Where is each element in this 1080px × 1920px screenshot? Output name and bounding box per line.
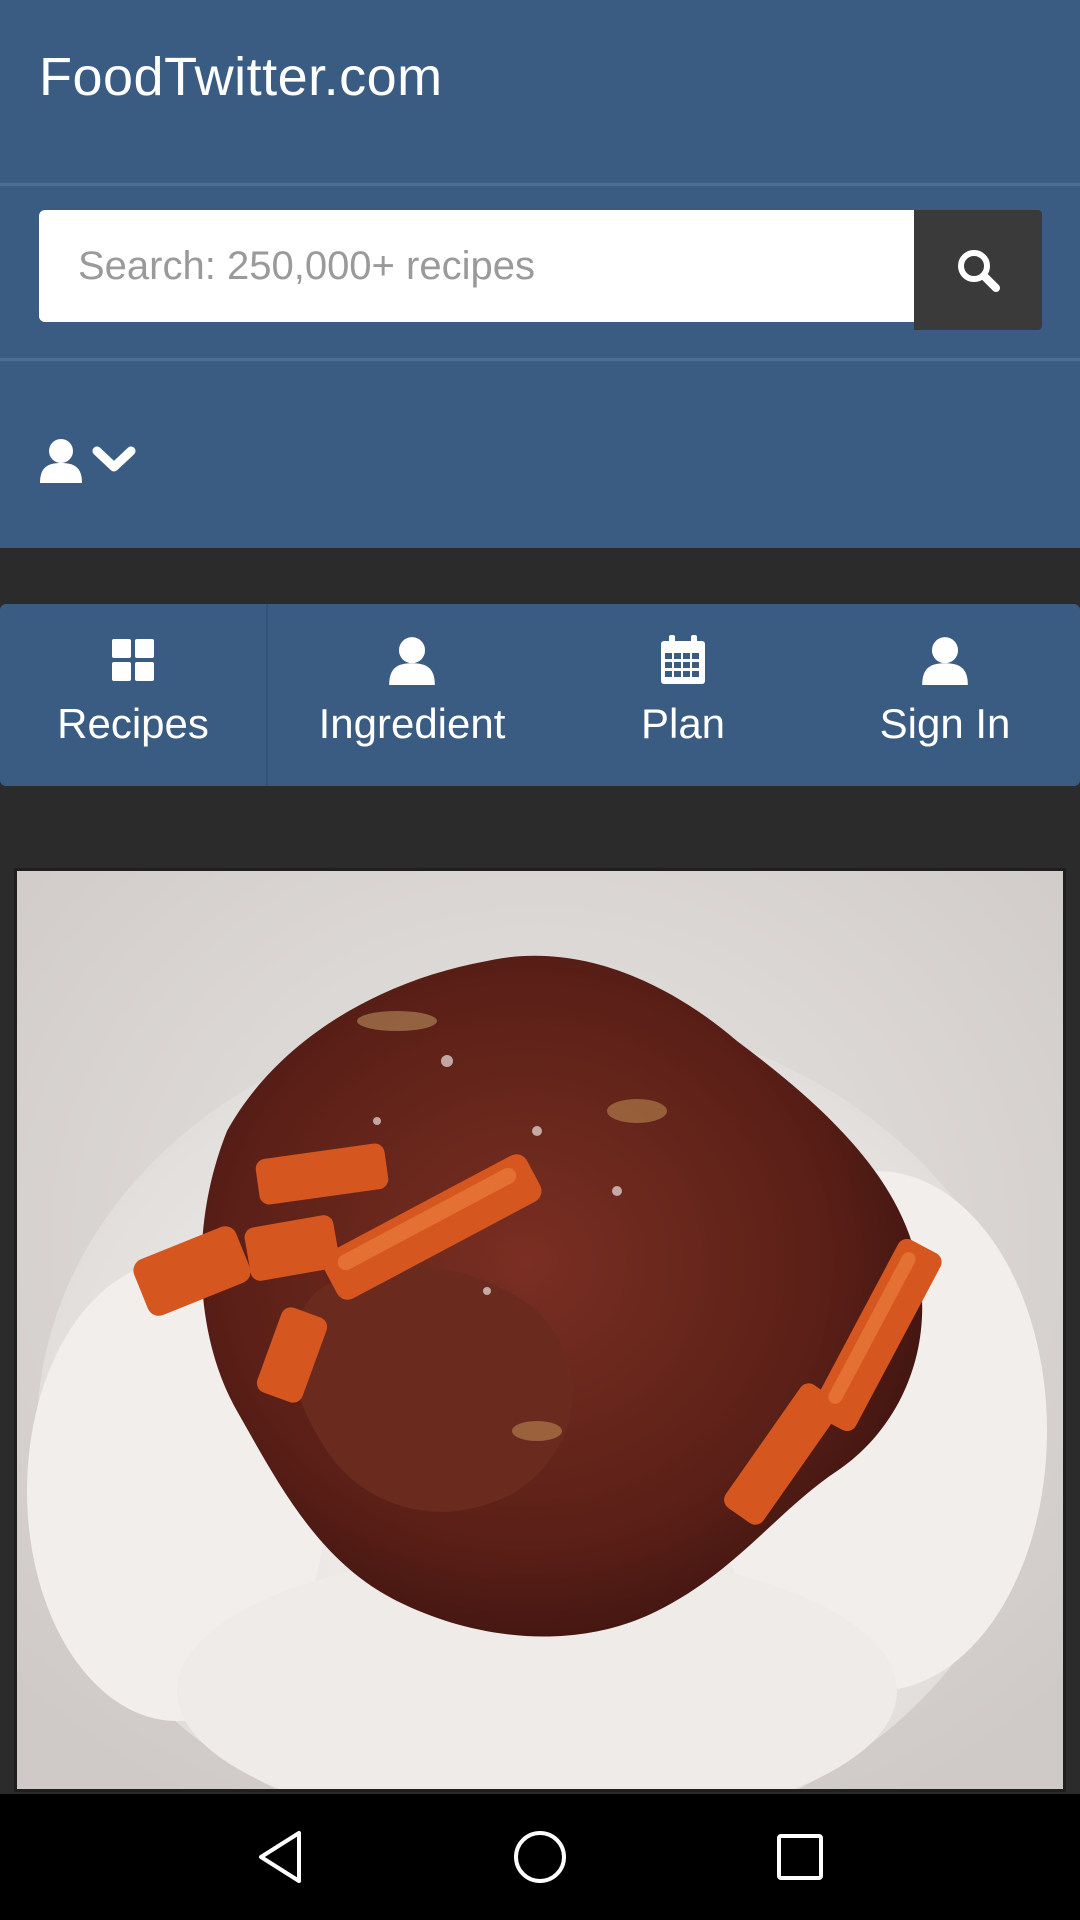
system-home-button[interactable] xyxy=(500,1817,580,1897)
system-recents-button[interactable] xyxy=(760,1817,840,1897)
header-divider xyxy=(0,183,1080,186)
nav-item-label: Plan xyxy=(640,700,726,747)
main-nav: Recipes Ingredient Plan Sign In xyxy=(0,604,1080,786)
back-icon xyxy=(259,1831,301,1883)
nav-item-label: Ingredient xyxy=(318,700,506,747)
grid-icon xyxy=(112,639,154,681)
recents-icon xyxy=(777,1834,823,1880)
search-input[interactable] xyxy=(39,210,916,322)
food-photo-icon xyxy=(17,871,1063,1789)
user-icon xyxy=(40,439,82,483)
recipe-image[interactable] xyxy=(14,868,1066,1792)
site-header: FoodTwitter.com xyxy=(0,0,1080,548)
search-button[interactable] xyxy=(914,210,1042,330)
nav-item-sign-in[interactable]: Sign In xyxy=(810,604,1080,786)
search-icon xyxy=(958,250,1000,292)
calendar-icon xyxy=(661,635,705,684)
system-nav-bar xyxy=(0,1794,1080,1920)
nav-item-label: Sign In xyxy=(879,700,1011,747)
nav-item-plan[interactable]: Plan xyxy=(556,604,810,786)
nav-item-label: Recipes xyxy=(57,700,209,747)
site-title[interactable]: FoodTwitter.com xyxy=(39,46,443,108)
page: FoodTwitter.com Search: 250,000+ recipes… xyxy=(0,0,1080,1920)
user-icon xyxy=(922,637,968,685)
system-back-button[interactable] xyxy=(240,1817,320,1897)
user-menu-toggle[interactable] xyxy=(38,430,148,490)
nav-item-recipes[interactable]: Recipes xyxy=(0,604,268,786)
chevron-down-icon xyxy=(92,446,136,472)
header-divider xyxy=(0,358,1080,361)
home-icon xyxy=(514,1831,566,1883)
user-icon xyxy=(389,637,435,685)
nav-item-ingredient[interactable]: Ingredient xyxy=(268,604,556,786)
